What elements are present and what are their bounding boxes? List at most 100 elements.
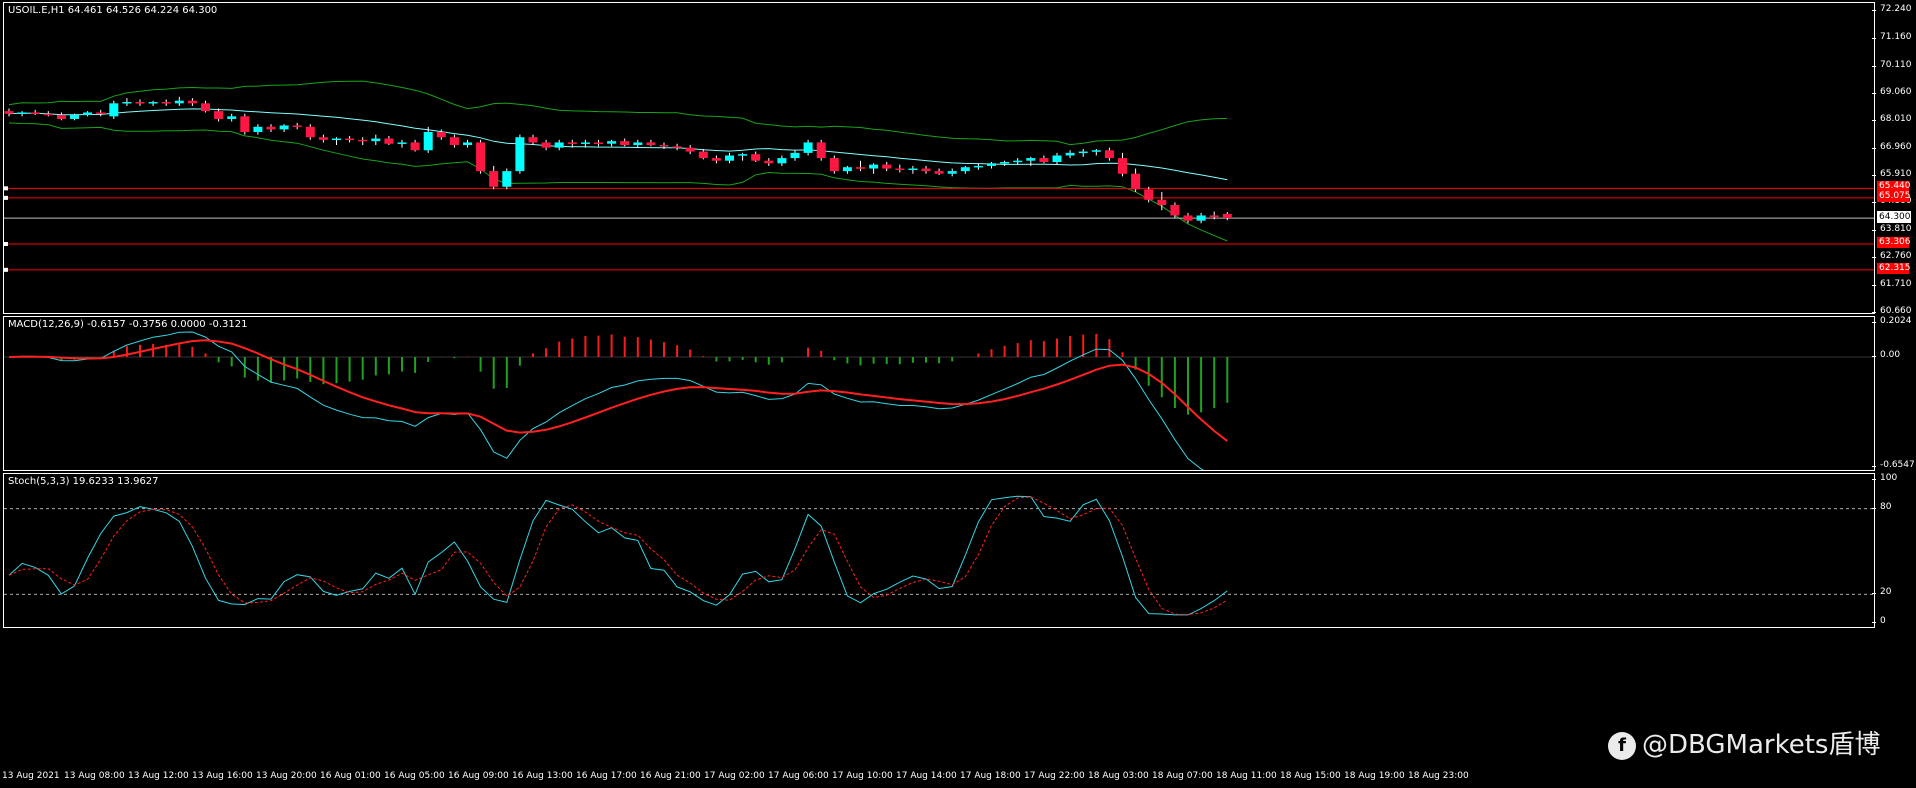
candle-body <box>266 126 276 130</box>
candle-body <box>1065 152 1075 156</box>
candle-body <box>1026 158 1036 161</box>
stochastic-tick: 80 <box>1872 502 1916 512</box>
candle-body <box>1091 150 1101 152</box>
watermark-text: @DBGMarkets盾博 <box>1642 730 1881 760</box>
candle-body <box>659 145 669 147</box>
candle-body <box>987 163 996 166</box>
candle-body <box>423 132 433 151</box>
price-tick: 69.060 <box>1872 87 1916 97</box>
time-label: 17 Aug 10:00 <box>832 771 893 781</box>
candle-body <box>476 142 486 172</box>
time-label: 16 Aug 21:00 <box>640 771 701 781</box>
candle-body <box>174 100 184 104</box>
candle-body <box>1039 158 1049 162</box>
candle-body <box>292 125 302 127</box>
time-label: 16 Aug 05:00 <box>384 771 445 781</box>
candle-body <box>305 126 315 138</box>
macd-svg <box>4 331 1874 470</box>
candle-body <box>790 152 800 159</box>
candle-body <box>594 142 603 144</box>
candle-body <box>751 154 761 161</box>
candle-body <box>515 137 525 172</box>
candle-body <box>279 125 289 130</box>
candle-body <box>1104 150 1114 159</box>
candle-body <box>528 137 538 143</box>
candle-body <box>869 164 879 169</box>
candle-body <box>672 146 682 148</box>
candle-body <box>161 102 171 104</box>
candle-body <box>934 171 944 174</box>
candle-body <box>1013 160 1023 163</box>
candle-body <box>829 158 839 172</box>
time-label: 18 Aug 19:00 <box>1344 771 1405 781</box>
candle-body <box>345 138 355 141</box>
price-tick: 66.960 <box>1872 142 1916 152</box>
candle-body <box>895 168 905 171</box>
candle-body <box>410 142 420 151</box>
candle-body <box>764 160 774 164</box>
candle-body <box>397 142 407 144</box>
price-tick: 72.240 <box>1872 4 1916 14</box>
candle-body <box>620 141 630 146</box>
price-tick: 62.760 <box>1872 251 1916 261</box>
candle-body <box>1170 205 1180 216</box>
time-label: 17 Aug 06:00 <box>768 771 829 781</box>
candle-body <box>1209 215 1219 217</box>
candle-body <box>711 158 721 161</box>
candle-body <box>960 167 970 172</box>
candle-body <box>1144 189 1154 200</box>
time-label: 13 Aug 2021 <box>2 771 60 781</box>
price-tick: 65.910 <box>1872 169 1916 179</box>
candle-body <box>201 103 210 112</box>
candle-body <box>83 112 93 116</box>
candle-body <box>541 142 551 148</box>
candle-body <box>738 154 748 156</box>
time-label: 13 Aug 20:00 <box>256 771 317 781</box>
candle-body <box>1157 199 1167 206</box>
candle-body <box>725 155 734 161</box>
time-label: 17 Aug 14:00 <box>896 771 957 781</box>
stochastic-tick: 0 <box>1872 616 1916 626</box>
candle-body <box>463 142 472 146</box>
candle-body <box>214 111 224 119</box>
time-label: 16 Aug 13:00 <box>512 771 573 781</box>
candle-body <box>43 113 53 116</box>
candle-body <box>921 168 931 172</box>
time-label: 13 Aug 16:00 <box>192 771 253 781</box>
macd-panel[interactable]: MACD(12,26,9) -0.6157 -0.3756 0.0000 -0.… <box>3 316 1875 471</box>
stochastic-tick: 100 <box>1872 473 1916 483</box>
candle-body <box>1078 151 1088 154</box>
price-tick: 68.010 <box>1872 114 1916 124</box>
candle-body <box>882 164 892 169</box>
watermark: f @DBGMarkets盾博 <box>1608 724 1880 761</box>
candle-body <box>4 111 14 114</box>
time-label: 17 Aug 22:00 <box>1024 771 1085 781</box>
candle-body <box>554 142 564 148</box>
level-handle <box>4 195 8 200</box>
price-tick: 71.160 <box>1872 32 1916 42</box>
dbg-logo-icon: f <box>1608 731 1636 760</box>
candle-body <box>489 171 499 187</box>
candle-body <box>318 137 328 140</box>
level-price-tag: 65.075 <box>1877 190 1911 202</box>
macd-tick: -0.6547 <box>1872 460 1916 470</box>
candle-body <box>685 147 695 152</box>
stochastic-panel[interactable]: Stoch(5,3,3) 19.6233 13.9627 <box>3 473 1875 628</box>
candle-body <box>567 142 577 144</box>
candle-body <box>1196 215 1206 221</box>
candle-body <box>1052 155 1062 162</box>
candle-body <box>973 165 983 168</box>
candle-body <box>698 151 708 159</box>
price-chart-panel[interactable]: USOIL.E,H1 64.461 64.526 64.224 64.300 <box>3 2 1875 314</box>
candle-body <box>253 126 263 133</box>
stochastic-d-line <box>8 496 1228 616</box>
candle-body <box>109 103 119 117</box>
price-tick: 70.110 <box>1872 60 1916 70</box>
time-label: 16 Aug 17:00 <box>576 771 637 781</box>
bollinger-upper <box>8 80 1228 146</box>
candle-body <box>96 112 106 114</box>
candle-body <box>384 138 394 144</box>
time-label: 16 Aug 09:00 <box>448 771 509 781</box>
stochastic-axis: 100 80 20 0 <box>1872 473 1916 628</box>
price-tick: 60.660 <box>1872 306 1916 316</box>
